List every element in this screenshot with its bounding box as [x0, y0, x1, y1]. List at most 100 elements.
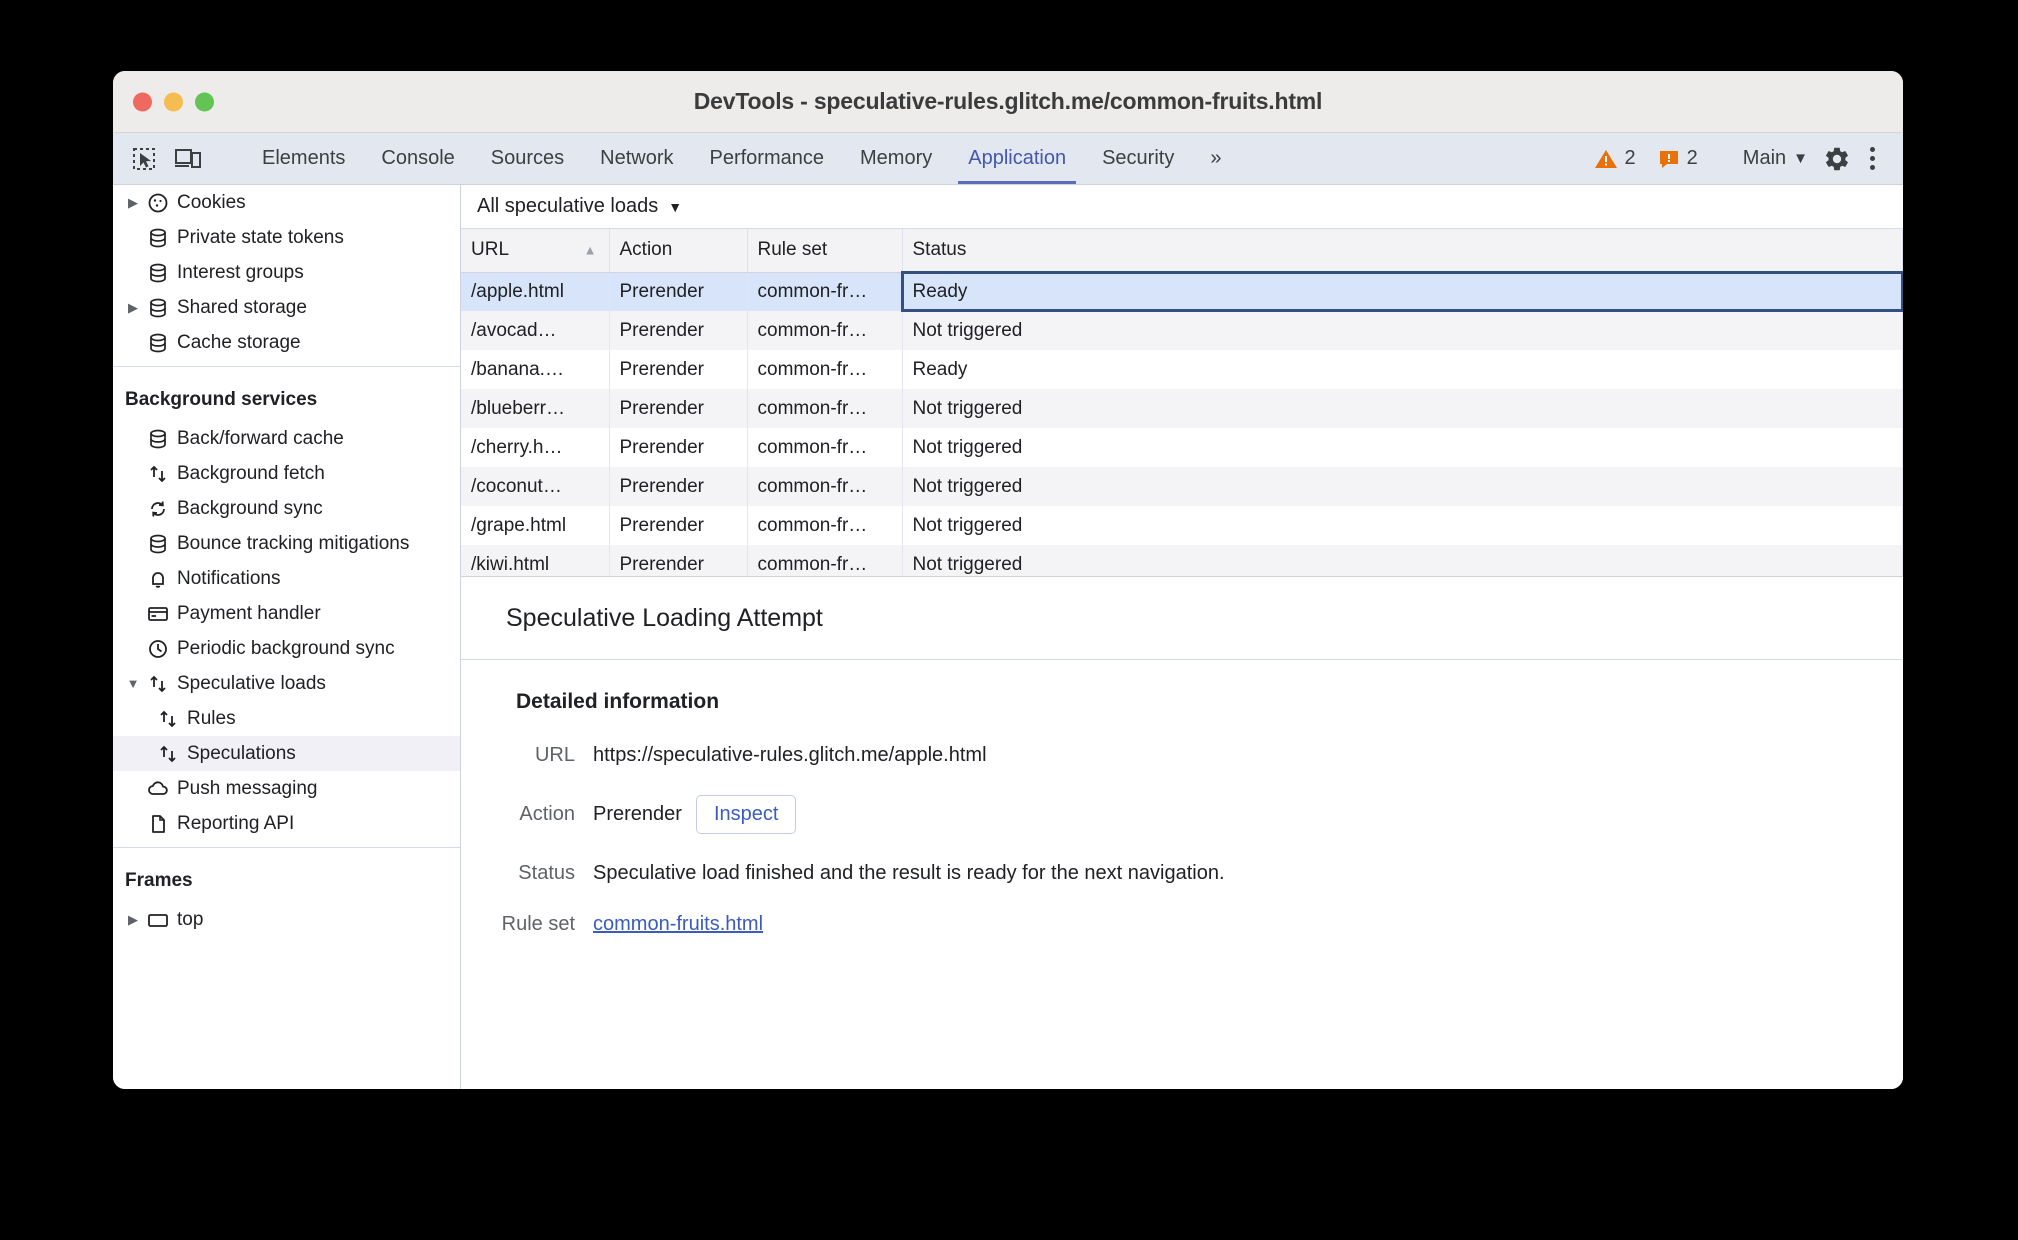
tab-security[interactable]: Security: [1084, 133, 1192, 184]
sidebar-item-speculations[interactable]: Speculations: [113, 736, 460, 771]
table-row[interactable]: /apple.html Prerender common-fr… Ready: [461, 271, 1903, 312]
detail-pane-title: Speculative Loading Attempt: [461, 577, 1903, 660]
inspect-element-icon[interactable]: [129, 144, 159, 174]
sidebar-item-interest-groups[interactable]: Interest groups: [113, 255, 460, 290]
speculations-grid[interactable]: URL ▲ Action Rule set Status /apple.html…: [461, 229, 1903, 577]
collapse-triangle-icon[interactable]: ▼: [123, 676, 143, 691]
sidebar-storage-group: ▶ Cookies Private state tokens Interest …: [113, 185, 460, 360]
sidebar-item-label: Back/forward cache: [177, 427, 344, 449]
expand-triangle-icon[interactable]: ▶: [123, 300, 143, 316]
table-row[interactable]: /coconut… Prerender common-fr… Not trigg…: [461, 467, 1903, 506]
speculations-panel: All speculative loads ▼ URL ▲ Action Rul…: [461, 185, 1903, 1089]
sidebar-item-background-sync[interactable]: Background sync: [113, 491, 460, 526]
tab-application[interactable]: Application: [950, 133, 1084, 184]
rule-set-link[interactable]: common-fruits.html: [593, 913, 763, 936]
sidebar-item-bounce-tracking-mitigations[interactable]: Bounce tracking mitigations: [113, 526, 460, 561]
sidebar-item-cookies[interactable]: ▶ Cookies: [113, 185, 460, 220]
issues-count: 2: [1686, 147, 1698, 169]
window-title: DevTools - speculative-rules.glitch.me/c…: [693, 88, 1323, 114]
sidebar-item-label: Reporting API: [177, 812, 295, 834]
kebab-menu-icon[interactable]: [1858, 147, 1887, 170]
more-tabs-button[interactable]: »: [1192, 133, 1239, 184]
close-window-button[interactable]: [133, 92, 152, 111]
clock-icon: [143, 638, 173, 660]
column-header-url[interactable]: URL ▲: [461, 229, 610, 273]
table-row[interactable]: /cherry.h… Prerender common-fr… Not trig…: [461, 428, 1903, 467]
filter-bar: All speculative loads ▼: [461, 185, 1903, 229]
maximize-window-button[interactable]: [195, 92, 214, 111]
sidebar-item-private-state-tokens[interactable]: Private state tokens: [113, 220, 460, 255]
chevron-down-icon: ▼: [668, 198, 683, 215]
tab-console[interactable]: Console: [363, 133, 472, 184]
expand-triangle-icon[interactable]: ▶: [123, 912, 143, 928]
database-icon: [143, 332, 173, 354]
speculative-loads-filter-dropdown[interactable]: All speculative loads ▼: [477, 195, 682, 218]
sidebar-item-speculative-loads[interactable]: ▼ Speculative loads: [113, 666, 460, 701]
sidebar-item-shared-storage[interactable]: ▶ Shared storage: [113, 290, 460, 325]
issues-counter[interactable]: 2: [1650, 147, 1706, 170]
database-icon: [143, 428, 173, 450]
tab-elements[interactable]: Elements: [244, 133, 363, 184]
detailed-information-heading: Detailed information: [516, 690, 720, 713]
detail-pane: Speculative Loading Attempt Detailed inf…: [461, 577, 1903, 1089]
context-selector[interactable]: Main ▼: [1735, 147, 1816, 170]
sidebar-item-top-frame[interactable]: ▶ top: [113, 902, 460, 937]
cell-status: Not triggered: [902, 389, 1903, 428]
table-row[interactable]: /grape.html Prerender common-fr… Not tri…: [461, 506, 1903, 545]
sidebar-item-background-fetch[interactable]: Background fetch: [113, 456, 460, 491]
column-label: Status: [912, 239, 967, 261]
sidebar-item-rules[interactable]: Rules: [113, 701, 460, 736]
sidebar-item-push-messaging[interactable]: Push messaging: [113, 771, 460, 806]
updown-arrows-icon: [143, 463, 173, 485]
tab-network[interactable]: Network: [582, 133, 691, 184]
sidebar-item-notifications[interactable]: Notifications: [113, 561, 460, 596]
column-header-action[interactable]: Action: [609, 229, 748, 273]
bell-icon: [143, 568, 173, 590]
sidebar-item-label: Cookies: [177, 191, 246, 213]
sidebar-item-cache-storage[interactable]: Cache storage: [113, 325, 460, 360]
database-icon: [143, 533, 173, 555]
warnings-counter[interactable]: 2: [1586, 147, 1644, 170]
tab-performance[interactable]: Performance: [692, 133, 843, 184]
cell-url: /coconut…: [461, 467, 610, 506]
sidebar-item-label: Speculative loads: [177, 672, 326, 694]
sidebar-item-payment-handler[interactable]: Payment handler: [113, 596, 460, 631]
tab-label: Performance: [709, 147, 825, 169]
sort-ascending-icon: ▲: [583, 242, 597, 258]
table-row[interactable]: /avocad… Prerender common-fr… Not trigge…: [461, 311, 1903, 350]
cell-action: Prerender: [609, 467, 748, 506]
tab-label: Network: [600, 147, 674, 169]
detail-value-ruleset: common-fruits.html: [593, 913, 763, 936]
tab-sources[interactable]: Sources: [473, 133, 582, 184]
column-label: Rule set: [757, 239, 828, 261]
cell-url: /banana.…: [461, 350, 610, 389]
sidebar-item-periodic-background-sync[interactable]: Periodic background sync: [113, 631, 460, 666]
sidebar-item-label: Background fetch: [177, 462, 325, 484]
table-row[interactable]: /kiwi.html Prerender common-fr… Not trig…: [461, 545, 1903, 576]
cell-ruleset: common-fr…: [747, 350, 903, 389]
sidebar-item-back-forward-cache[interactable]: Back/forward cache: [113, 421, 460, 456]
devtools-body: ▶ Cookies Private state tokens Interest …: [113, 185, 1903, 1089]
document-icon: [143, 813, 173, 835]
gear-icon[interactable]: [1822, 144, 1852, 174]
table-row[interactable]: /banana.… Prerender common-fr… Ready: [461, 350, 1903, 389]
sidebar-item-reporting-api[interactable]: Reporting API: [113, 806, 460, 841]
table-row[interactable]: /blueberr… Prerender common-fr… Not trig…: [461, 389, 1903, 428]
tab-label: Elements: [262, 147, 346, 169]
expand-triangle-icon[interactable]: ▶: [123, 195, 143, 211]
cell-ruleset: common-fr…: [747, 272, 903, 311]
cell-status: Not triggered: [902, 311, 1903, 350]
cell-action: Prerender: [609, 311, 748, 350]
cell-status: Not triggered: [902, 506, 1903, 545]
cell-status: Not triggered: [902, 467, 1903, 506]
sidebar-item-label: Bounce tracking mitigations: [177, 532, 410, 554]
column-header-status[interactable]: Status: [902, 229, 1903, 273]
minimize-window-button[interactable]: [164, 92, 183, 111]
inspect-button[interactable]: Inspect: [695, 795, 797, 834]
device-toolbar-icon[interactable]: [173, 144, 203, 174]
application-sidebar[interactable]: ▶ Cookies Private state tokens Interest …: [113, 185, 461, 1089]
sidebar-item-label: Rules: [187, 707, 236, 729]
column-header-rule-set[interactable]: Rule set: [747, 229, 903, 273]
sidebar-item-label: Background sync: [177, 497, 323, 519]
tab-memory[interactable]: Memory: [842, 133, 950, 184]
